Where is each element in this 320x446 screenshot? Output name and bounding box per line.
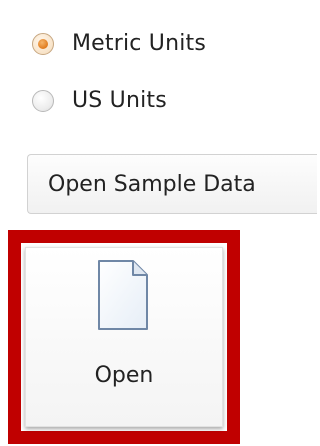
us-units-label: US Units: [72, 88, 167, 113]
open-sample-data-button[interactable]: Open Sample Data: [27, 154, 317, 214]
radio-dot: [38, 38, 48, 49]
settings-panel: Metric Units US Units Open Sample Data O…: [0, 0, 317, 446]
radio-selected-icon[interactable]: [32, 32, 54, 55]
us-units-option[interactable]: US Units: [32, 88, 167, 113]
metric-units-label: Metric Units: [72, 31, 207, 56]
open-label: Open: [94, 363, 154, 388]
open-sample-data-label: Open Sample Data: [48, 171, 256, 197]
document-icon: [98, 260, 148, 330]
radio-unselected-icon[interactable]: [32, 89, 54, 112]
open-button[interactable]: Open: [25, 247, 223, 427]
metric-units-option[interactable]: Metric Units: [32, 31, 206, 56]
